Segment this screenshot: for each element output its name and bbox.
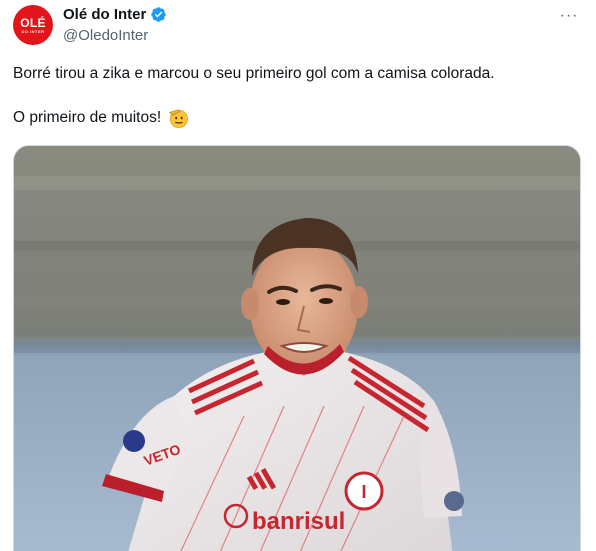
svg-text:I: I	[361, 482, 366, 502]
tweet-text-line-2-row: O primeiro de muitos!	[13, 107, 583, 129]
tweet-text-line-1: Borré tirou a zika e marcou o seu primei…	[13, 65, 495, 82]
jersey-sponsor-text: banrisul	[252, 508, 345, 535]
avatar[interactable]: OLÉ DO INTER	[13, 5, 53, 45]
verified-badge-icon[interactable]	[150, 6, 167, 23]
avatar-logo-subtext: DO INTER	[21, 28, 45, 34]
more-options-icon[interactable]: ···	[558, 6, 580, 26]
saluting-face-icon	[167, 107, 189, 129]
player-photo: I VETO banrisul	[14, 146, 580, 551]
tweet: OLÉ DO INTER Olé do Inter @OledoInter ··…	[0, 0, 596, 551]
author-name-row: Olé do Inter	[63, 6, 167, 23]
author-handle[interactable]: @OledoInter	[63, 27, 148, 44]
tweet-text: Borré tirou a zika e marcou o seu primei…	[13, 63, 583, 129]
tweet-photo[interactable]: I VETO banrisul	[13, 145, 581, 551]
display-name[interactable]: Olé do Inter	[63, 6, 146, 23]
tweet-text-line-2: O primeiro de muitos!	[13, 109, 162, 126]
avatar-logo-text: OLÉ	[20, 15, 46, 30]
